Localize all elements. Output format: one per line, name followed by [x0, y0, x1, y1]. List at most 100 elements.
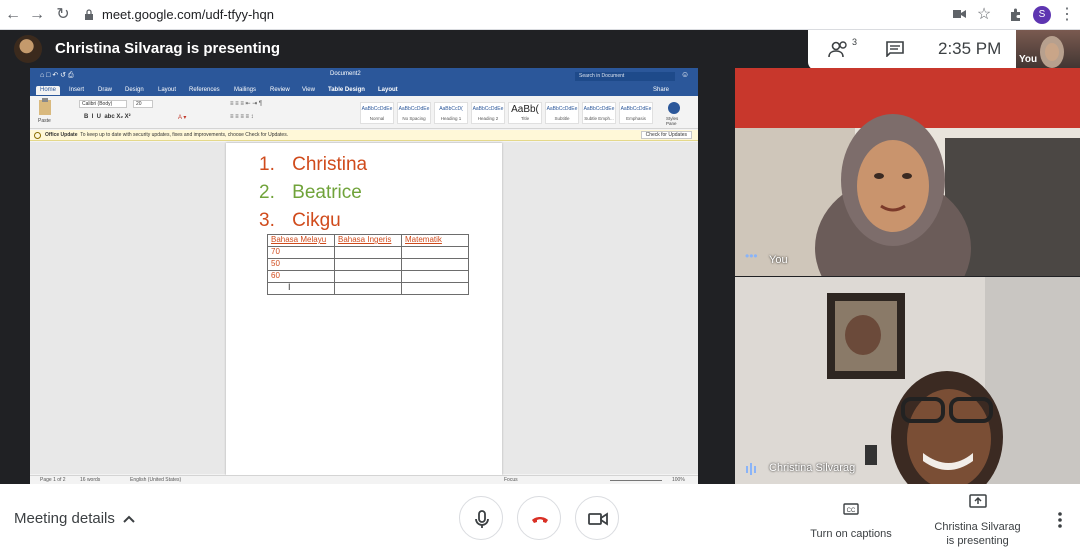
table-cell[interactable] [334, 246, 402, 259]
style-name: No Spacing [402, 116, 426, 121]
table-cell[interactable]: 70 [267, 246, 335, 259]
tab-references[interactable]: References [189, 86, 220, 95]
hang-up-button[interactable] [517, 496, 561, 540]
profile-avatar[interactable]: S [1033, 6, 1051, 24]
table-header-cell[interactable]: Bahasa Ingeris [334, 234, 402, 247]
url-text: meet.google.com/udf-tfyy-hqn [102, 7, 274, 22]
styles-pane-icon[interactable] [668, 102, 680, 114]
table-cell[interactable]: 50 [267, 258, 335, 271]
style-name: Title [520, 116, 530, 121]
table-cell[interactable] [401, 258, 469, 271]
document-name: Document2 [330, 71, 361, 77]
table-cell[interactable]: 60 [267, 270, 335, 283]
font-name-value: Calibri (Body) [82, 101, 113, 107]
svg-text:CC: CC [847, 508, 856, 514]
word-search-input[interactable]: Search in Document [575, 72, 675, 81]
smiley-icon[interactable]: ☺ [681, 70, 689, 79]
style-heading-1[interactable]: AaBbCcD(Heading 1 [434, 102, 468, 124]
present-button[interactable]: Christina Silvarag is presenting [930, 494, 1025, 548]
present-screen-icon [968, 494, 987, 508]
meeting-details-button[interactable]: Meeting details [14, 510, 115, 527]
table-header-cell[interactable]: Bahasa Melayu [267, 234, 335, 247]
align-buttons[interactable]: ≡ ≡ ≡ ≡ ↕ [230, 114, 254, 120]
language: English (United States) [130, 477, 182, 483]
list-item-1: 1. Christina [259, 154, 367, 176]
table-header-cell[interactable]: Matematik [401, 234, 469, 247]
table-header-row: Bahasa Melayu Bahasa Ingeris Matematik [267, 234, 469, 247]
word-count: 16 words [80, 477, 101, 483]
share-button[interactable]: Share [653, 86, 669, 95]
bookmark-star-icon[interactable]: ☆ [975, 6, 993, 24]
table-cell[interactable] [401, 270, 469, 283]
style-subtle-emphasis[interactable]: AaBbCcDdEe Subtle Emph... [582, 102, 616, 124]
tab-draw[interactable]: Draw [98, 86, 112, 95]
captions-button[interactable]: CC Turn on captions [806, 502, 896, 540]
focus-button[interactable]: Focus [504, 476, 518, 484]
zoom-slider[interactable] [610, 480, 662, 481]
tab-design[interactable]: Design [125, 86, 144, 95]
camera-icon[interactable] [953, 9, 966, 19]
table-cell[interactable] [334, 258, 402, 271]
list-item-2: 2. Beatrice [259, 182, 362, 204]
presenter-avatar [14, 35, 42, 63]
style-name: Subtle Emph... [584, 116, 614, 121]
font-name-select[interactable]: Calibri (Body) [79, 100, 127, 108]
video-tile-you[interactable]: ••• You [735, 68, 1080, 276]
document-page[interactable]: 1. Christina 2. Beatrice 3. Cikgu Bahasa… [226, 143, 502, 475]
video-tile-christina[interactable]: Christina Silvarag [735, 277, 1080, 484]
font-size-select[interactable]: 20 [133, 100, 153, 108]
more-options-icon[interactable] [1055, 511, 1065, 529]
chevron-up-icon[interactable] [122, 512, 136, 526]
update-title: Office Update [45, 132, 78, 138]
thumbnail-label: You [1019, 54, 1038, 65]
people-icon[interactable] [828, 39, 852, 59]
forward-icon[interactable]: → [28, 6, 46, 24]
address-bar[interactable]: meet.google.com/udf-tfyy-hqn [84, 4, 274, 26]
camera-button[interactable] [575, 496, 619, 540]
style-name: Heading 1 [440, 116, 462, 121]
document-table[interactable]: Bahasa Melayu Bahasa Ingeris Matematik 7… [267, 234, 469, 295]
extensions-icon[interactable] [1009, 8, 1022, 21]
tab-table-design[interactable]: Table Design [328, 86, 365, 95]
style-sample: AaBbCcDdEe [583, 106, 615, 112]
tab-review[interactable]: Review [270, 86, 290, 95]
search-placeholder: Search in Document [579, 73, 625, 79]
style-subtitle[interactable]: AaBbCcDdEe Subtitle [545, 102, 579, 124]
browser-menu-icon[interactable]: ⋮ [1058, 6, 1076, 24]
chat-icon[interactable] [886, 41, 904, 57]
tab-home[interactable]: Home [36, 86, 61, 95]
table-cell[interactable] [267, 282, 335, 295]
reload-icon[interactable]: ↻ [54, 6, 72, 24]
style-sample: AaBbCcDdEe [546, 106, 578, 112]
paste-icon[interactable] [36, 98, 54, 116]
table-cell[interactable] [334, 282, 402, 295]
tab-table-layout[interactable]: Layout [378, 86, 398, 95]
tab-layout[interactable]: Layout [158, 86, 176, 95]
list-item-3: 3. Cikgu [259, 210, 341, 232]
style-normal[interactable]: AaBbCcDdEe Normal [360, 102, 394, 124]
style-sample: AaBbCcDdEe [361, 106, 393, 112]
shared-screen: ⌂ □ ↶ ↺ ⎙ Document2 Search in Document ☺… [30, 68, 698, 484]
back-icon[interactable]: ← [4, 6, 22, 24]
table-cell[interactable] [334, 270, 402, 283]
table-cell[interactable] [401, 282, 469, 295]
style-name: Emphasis [626, 116, 646, 121]
style-title[interactable]: AaBb(Title [508, 102, 542, 124]
video-camera-icon [588, 512, 608, 526]
style-heading-2[interactable]: AaBbCcDdEe Heading 2 [471, 102, 505, 124]
table-cell[interactable] [401, 246, 469, 259]
check-for-updates-button[interactable]: Check for Updates [640, 131, 692, 139]
style-sample: AaBb( [511, 104, 539, 115]
zoom-level: 100% [672, 477, 685, 483]
tab-view[interactable]: View [302, 86, 315, 95]
font-color-icon[interactable]: A ▾ [178, 114, 186, 121]
tab-insert[interactable]: Insert [69, 86, 84, 95]
style-emphasis[interactable]: AaBbCcDdEe Emphasis [619, 102, 653, 124]
list-buttons[interactable]: ≡ ≡ ≡ ⇤ ⇥ ¶ [230, 100, 262, 107]
video-feed-you [735, 68, 1080, 276]
text-format-buttons[interactable]: B I U abc X₂ X² [84, 114, 131, 120]
microphone-button[interactable] [459, 496, 503, 540]
style-no-spacing[interactable]: AaBbCcDdEe No Spacing [397, 102, 431, 124]
tab-mailings[interactable]: Mailings [234, 86, 256, 95]
table-row: 60 [267, 270, 469, 283]
